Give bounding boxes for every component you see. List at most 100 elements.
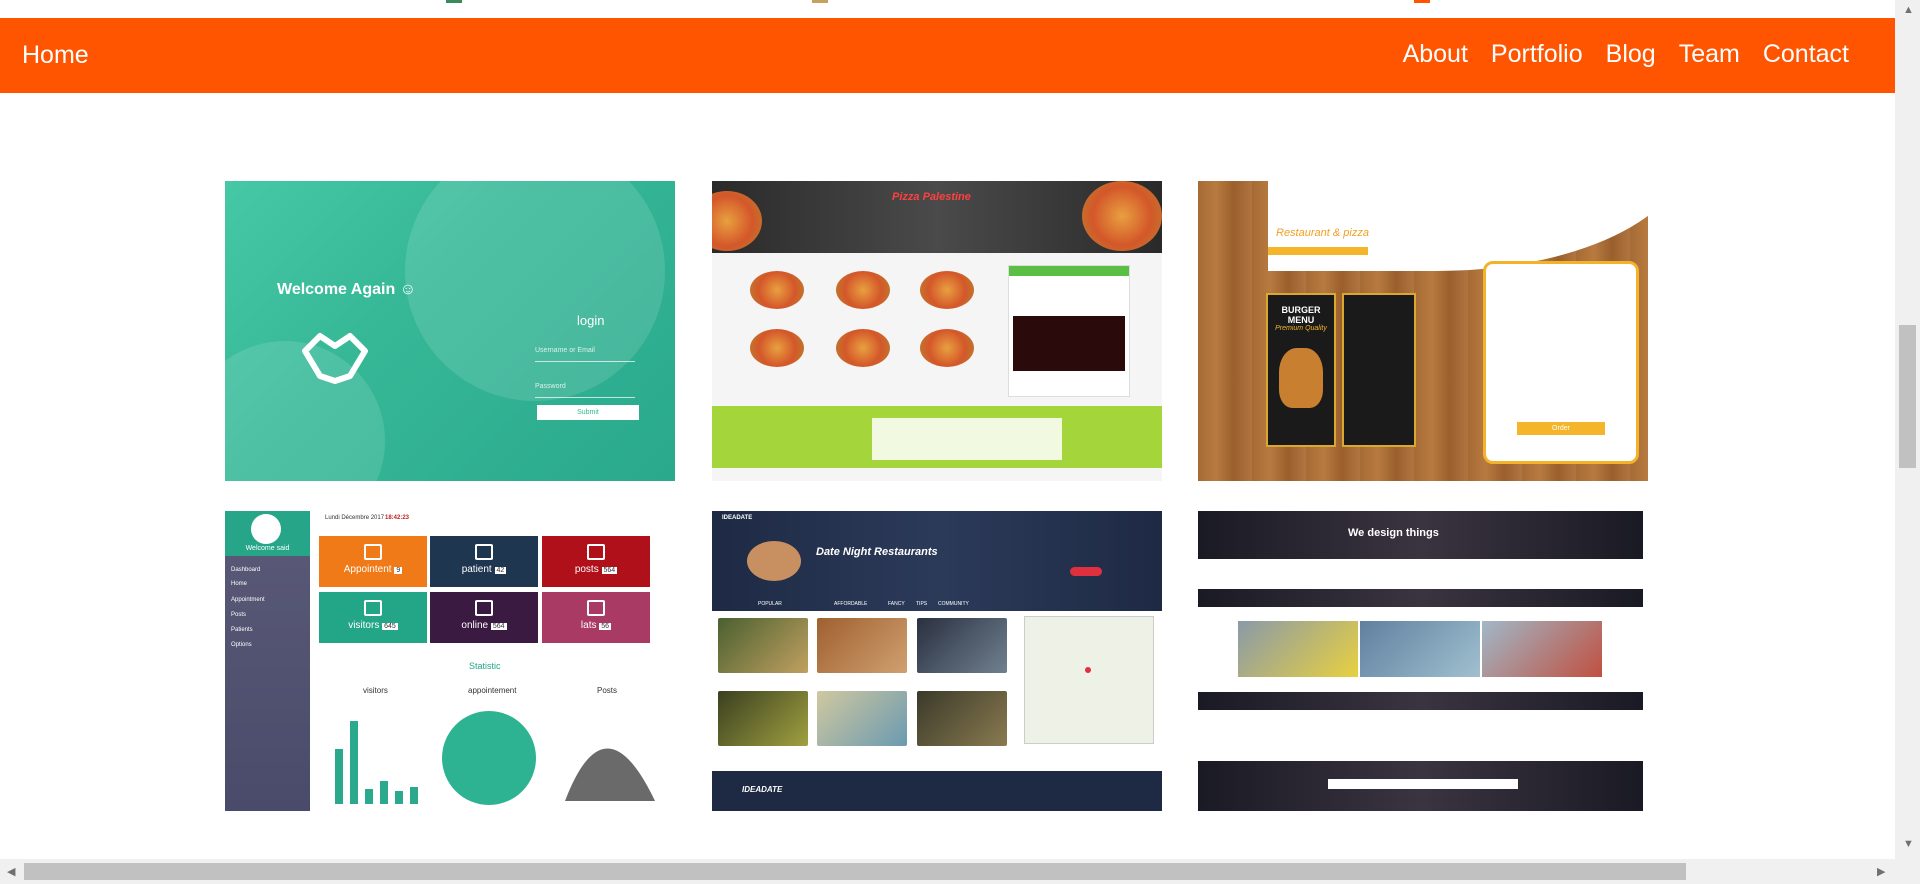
order-form: Order — [1483, 261, 1639, 464]
avatar — [251, 514, 281, 544]
date-photo — [817, 618, 907, 673]
pizza-order-panel — [1008, 265, 1130, 397]
dash-sidebar-item: Patients — [231, 627, 253, 633]
handshake-icon — [302, 333, 368, 384]
login-submit-button: Submit — [537, 405, 639, 420]
scroll-right-arrow[interactable]: ▶ — [1877, 865, 1885, 878]
date-footer-brand: IDEADATE — [742, 785, 783, 794]
pizza-image — [836, 329, 890, 367]
portfolio-item-we-design[interactable]: We design things — [1198, 511, 1648, 811]
design-thumb — [1360, 621, 1480, 677]
horizontal-scrollbar[interactable]: ◀ ▶ — [0, 859, 1895, 884]
menu-list-card — [1342, 293, 1416, 447]
date-photo — [817, 691, 907, 746]
dash-tile-posts: posts 564 — [542, 536, 650, 587]
pizza-image — [750, 329, 804, 367]
design-headline: We design things — [1348, 527, 1439, 539]
pizza-image — [750, 271, 804, 309]
login-title: login — [577, 313, 605, 328]
pie-chart — [442, 711, 536, 805]
date-brand: IDEADATE — [722, 515, 753, 521]
design-thumb — [1238, 621, 1358, 677]
username-field: Username or Email — [535, 347, 635, 362]
date-menu-item: COMMUNITY — [938, 601, 969, 607]
burger-menu-subtitle: Premium Quality — [1275, 325, 1327, 332]
portfolio-item-login[interactable]: Welcome Again ☺ login Username or Email … — [225, 181, 675, 481]
restaurant-title: Restaurant & pizza — [1276, 227, 1369, 239]
portfolio-item-restaurant[interactable]: Restaurant & pizza BURGER MENU Premium Q… — [1198, 181, 1648, 481]
horizontal-scroll-thumb[interactable] — [24, 863, 1686, 880]
decor — [405, 181, 665, 401]
dash-sidebar: Welcome said Dashboard Home Appointment … — [225, 511, 310, 811]
nav-portfolio-link[interactable]: Portfolio — [1491, 40, 1583, 69]
nav-home-link[interactable]: Home — [22, 41, 89, 70]
pizza-title: Pizza Palestine — [892, 191, 971, 203]
dash-chart-title: visitors — [363, 686, 388, 695]
dash-chart-title: Posts — [597, 686, 618, 695]
strip-mark — [812, 0, 828, 3]
date-photo — [718, 691, 808, 746]
vertical-scroll-thumb[interactable] — [1899, 325, 1916, 468]
burger-menu-title: BURGER MENU — [1281, 305, 1321, 325]
dash-welcome: Welcome said — [245, 545, 290, 552]
date-photo — [718, 618, 808, 673]
date-photo — [917, 618, 1007, 673]
chart-bar — [395, 791, 403, 804]
chart-bar — [350, 721, 358, 804]
chart-bar — [335, 749, 343, 804]
design-band — [1198, 692, 1643, 710]
header-wave — [1268, 181, 1648, 271]
pizza-footer — [712, 406, 1162, 468]
top-strip — [0, 0, 1895, 19]
dash-sidebar-item: Home — [231, 581, 248, 587]
portfolio-item-date-night[interactable]: IDEADATE Date Night Restaurants POPULAR … — [712, 511, 1162, 811]
pizza-image — [920, 329, 974, 367]
dash-tile-visitors: visitors 645 — [319, 592, 427, 643]
date-title: Date Night Restaurants — [816, 546, 938, 558]
dash-tile-lats: lats 56 — [542, 592, 650, 643]
dash-sidebar-header: Welcome said — [225, 511, 310, 556]
pizza-image — [920, 271, 974, 309]
date-menu-item: AFFORDABLE — [834, 601, 868, 607]
nav-links: About Portfolio Blog Team Contact — [1403, 40, 1849, 69]
date-map — [1024, 616, 1154, 744]
dash-sidebar-item: Options — [231, 642, 252, 648]
date-menu-item: TIPS — [916, 601, 928, 607]
title-underline — [1268, 247, 1368, 255]
area-chart — [565, 748, 655, 801]
dash-sidebar-item: Appointment — [231, 597, 265, 603]
nav-blog-link[interactable]: Blog — [1606, 40, 1656, 69]
date-hero: IDEADATE Date Night Restaurants POPULAR … — [712, 511, 1162, 611]
date-hero-image — [747, 541, 801, 581]
chart-bar — [380, 781, 388, 804]
date-follow-button — [1070, 567, 1102, 576]
nav-contact-link[interactable]: Contact — [1763, 40, 1849, 69]
chart-bar — [365, 789, 373, 804]
date-menu-item: POPULAR — [758, 601, 782, 607]
dash-sidebar-item: Dashboard — [231, 567, 261, 573]
nav-about-link[interactable]: About — [1403, 40, 1468, 69]
dash-date: Lundi Décembre 2017 — [325, 515, 385, 521]
scroll-up-arrow[interactable]: ▲ — [1903, 4, 1914, 16]
login-welcome-text: Welcome Again ☺ — [277, 281, 417, 298]
dash-chart-title: appointement — [468, 686, 517, 695]
pizza-image — [1082, 181, 1162, 251]
page: Home About Portfolio Blog Team Contact W… — [0, 0, 1920, 884]
order-button: Order — [1517, 422, 1605, 435]
design-band — [1198, 589, 1643, 607]
scroll-left-arrow[interactable]: ◀ — [7, 865, 15, 878]
password-field: Password — [535, 383, 635, 398]
portfolio-item-pizza[interactable]: Pizza Palestine — [712, 181, 1162, 481]
dash-time: 18:42:23 — [385, 515, 410, 521]
dash-statistic-title: Statistic — [469, 661, 501, 671]
vertical-scrollbar[interactable]: ▲ ▼ — [1895, 0, 1920, 884]
nav-team-link[interactable]: Team — [1679, 40, 1740, 69]
dash-tile-appointment: Appointent 9 — [319, 536, 427, 587]
pizza-header: Pizza Palestine — [712, 181, 1162, 253]
dash-sidebar-item: Posts — [231, 612, 247, 618]
date-footer: IDEADATE — [712, 771, 1162, 811]
navbar: Home About Portfolio Blog Team Contact — [0, 18, 1895, 93]
scroll-down-arrow[interactable]: ▼ — [1903, 838, 1914, 850]
pizza-image — [836, 271, 890, 309]
portfolio-item-dashboard[interactable]: Welcome said Dashboard Home Appointment … — [225, 511, 675, 811]
